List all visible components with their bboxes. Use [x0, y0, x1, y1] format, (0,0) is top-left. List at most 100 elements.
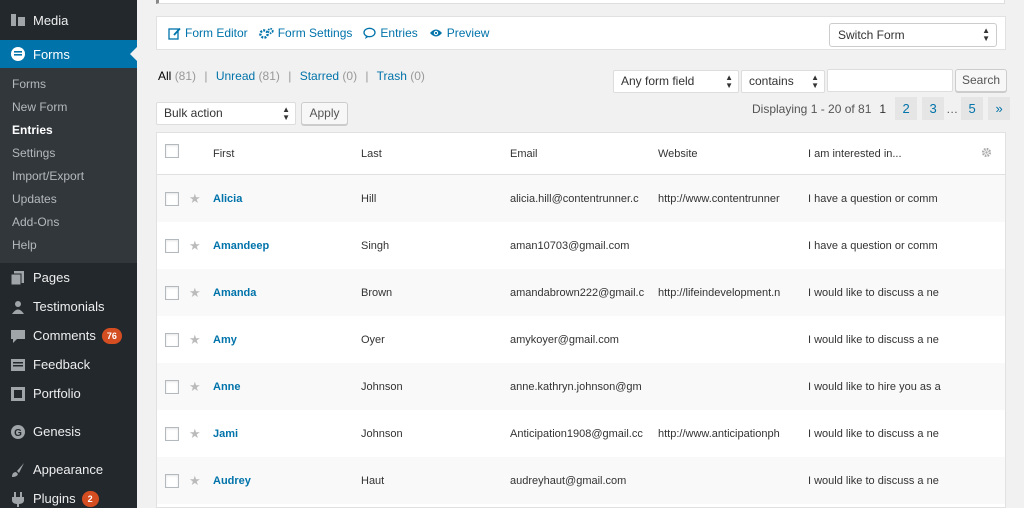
submenu-add-ons[interactable]: Add-Ons — [0, 211, 137, 234]
star-icon[interactable]: ★ — [189, 191, 201, 207]
menu-feedback[interactable]: Feedback — [0, 350, 137, 379]
table-row[interactable]: ★ Amy Oyer amykoyer@gmail.com I would li… — [157, 316, 1005, 363]
bulk-action-select[interactable]: Bulk action ▲ ▼ — [156, 102, 296, 125]
header-interest[interactable]: I am interested in... — [808, 133, 948, 174]
table-header: First Last Email Website I am interested… — [157, 133, 1005, 175]
submenu-new-form[interactable]: New Form — [0, 96, 137, 119]
filter-starred[interactable]: Starred — [300, 69, 339, 83]
search-operator-select[interactable]: contains ▲ ▼ — [741, 70, 825, 93]
row-checkbox[interactable] — [165, 238, 179, 253]
search-field-value: Any form field — [621, 74, 695, 88]
submenu-settings[interactable]: Settings — [0, 142, 137, 165]
submenu-entries[interactable]: Entries — [0, 119, 137, 142]
row-checkbox[interactable] — [165, 332, 179, 347]
filter-separator: | — [288, 69, 292, 83]
form-editor-link[interactable]: Form Editor — [168, 26, 248, 40]
menu-testimonials[interactable]: Testimonials — [0, 292, 137, 321]
menu-appearance[interactable]: Appearance — [0, 455, 137, 484]
star-icon[interactable]: ★ — [189, 238, 201, 254]
table-row[interactable]: ★ Amandeep Singh aman10703@gmail.com I h… — [157, 222, 1005, 269]
first-name-cell: Jami — [213, 410, 353, 457]
star-icon[interactable]: ★ — [189, 426, 201, 442]
star-icon[interactable]: ★ — [189, 285, 201, 301]
submenu-forms[interactable]: Forms — [0, 73, 137, 96]
preview-link[interactable]: Preview — [429, 26, 489, 40]
filter-starred-count: (0) — [342, 69, 358, 83]
website-cell — [658, 316, 799, 363]
entries-link[interactable]: Entries — [363, 26, 418, 40]
menu-genesis[interactable]: G Genesis — [0, 417, 137, 446]
row-checkbox[interactable] — [165, 379, 179, 394]
search-field-select[interactable]: Any form field ▲ ▼ — [613, 70, 739, 93]
star-icon[interactable]: ★ — [189, 379, 201, 395]
row-select-cell — [165, 363, 179, 410]
apply-button[interactable]: Apply — [301, 102, 348, 125]
page-link-2[interactable]: 2 — [895, 97, 918, 120]
page-link-5[interactable]: 5 — [961, 97, 984, 120]
menu-plugins[interactable]: Plugins 2 — [0, 484, 137, 508]
menu-comments[interactable]: Comments 76 — [0, 321, 137, 350]
genesis-icon: G — [10, 424, 26, 440]
gears-icon — [258, 27, 274, 40]
last-name-cell: Johnson — [361, 427, 403, 440]
filter-trash[interactable]: Trash — [377, 69, 407, 83]
email-cell: anne.kathryn.johnson@gm — [510, 380, 642, 393]
search-input[interactable] — [827, 69, 953, 92]
filter-all[interactable]: All — [158, 69, 171, 83]
row-checkbox[interactable] — [165, 473, 179, 488]
top-notice-edge — [156, 0, 1005, 4]
email-cell: amandabrown222@gmail.c — [510, 286, 645, 299]
table-row[interactable]: ★ Audrey Haut audreyhaut@gmail.com I wou… — [157, 457, 1005, 504]
menu-appearance-label: Appearance — [33, 462, 104, 477]
filter-unread[interactable]: Unread — [216, 69, 255, 83]
select-all-checkbox[interactable] — [165, 143, 179, 158]
menu-forms[interactable]: Forms — [0, 40, 137, 68]
first-name-link[interactable]: Audrey — [213, 475, 251, 487]
table-row[interactable]: ★ Anne Johnson anne.kathryn.johnson@gm I… — [157, 363, 1005, 410]
select-all-cell — [165, 133, 179, 171]
plugins-update-badge: 2 — [81, 490, 99, 507]
header-last[interactable]: Last — [361, 133, 501, 174]
switch-form-select[interactable]: Switch Form ▲ ▼ — [829, 23, 997, 47]
first-name-link[interactable]: Amy — [213, 334, 237, 346]
row-checkbox[interactable] — [165, 191, 179, 206]
submenu-import-export[interactable]: Import/Export — [0, 165, 137, 188]
menu-separator — [0, 408, 137, 417]
submenu-updates[interactable]: Updates — [0, 188, 137, 211]
svg-text:G: G — [14, 428, 22, 439]
star-icon[interactable]: ★ — [189, 332, 201, 348]
first-name-cell: Amanda — [213, 269, 353, 316]
page-link-3[interactable]: 3 — [922, 97, 945, 120]
table-row[interactable]: ★ Jami Johnson Anticipation1908@gmail.cc… — [157, 410, 1005, 457]
star-icon[interactable]: ★ — [189, 473, 201, 489]
table-row[interactable]: ★ Alicia Hill alicia.hill@contentrunner.… — [157, 175, 1005, 222]
row-checkbox[interactable] — [165, 426, 179, 441]
menu-portfolio[interactable]: Portfolio — [0, 379, 137, 408]
first-name-link[interactable]: Amanda — [213, 287, 256, 299]
submenu-help[interactable]: Help — [0, 234, 137, 257]
star-cell: ★ — [189, 363, 201, 410]
menu-media[interactable]: Media — [0, 0, 137, 40]
menu-pages[interactable]: Pages — [0, 263, 137, 292]
star-cell: ★ — [189, 269, 201, 316]
first-name-link[interactable]: Jami — [213, 428, 238, 440]
table-row[interactable]: ★ Amanda Brown amandabrown222@gmail.c ht… — [157, 269, 1005, 316]
row-select-cell — [165, 269, 179, 316]
form-settings-link[interactable]: Form Settings — [258, 26, 352, 40]
search-button[interactable]: Search — [955, 69, 1007, 92]
first-name-link[interactable]: Amandeep — [213, 240, 269, 252]
header-website[interactable]: Website — [658, 133, 799, 174]
bulk-action-value: Bulk action — [164, 106, 223, 120]
row-checkbox[interactable] — [165, 285, 179, 300]
header-first[interactable]: First — [213, 133, 353, 174]
next-page-link[interactable]: » — [988, 97, 1011, 120]
form-editor-label: Form Editor — [185, 26, 248, 40]
interest-cell: I would like to discuss a ne — [808, 333, 939, 346]
first-name-link[interactable]: Alicia — [213, 193, 242, 205]
gear-icon[interactable] — [981, 147, 992, 161]
eye-icon — [429, 28, 443, 38]
last-name-cell: Haut — [361, 474, 385, 487]
star-cell: ★ — [189, 457, 201, 504]
header-email[interactable]: Email — [510, 133, 651, 174]
first-name-link[interactable]: Anne — [213, 381, 241, 393]
